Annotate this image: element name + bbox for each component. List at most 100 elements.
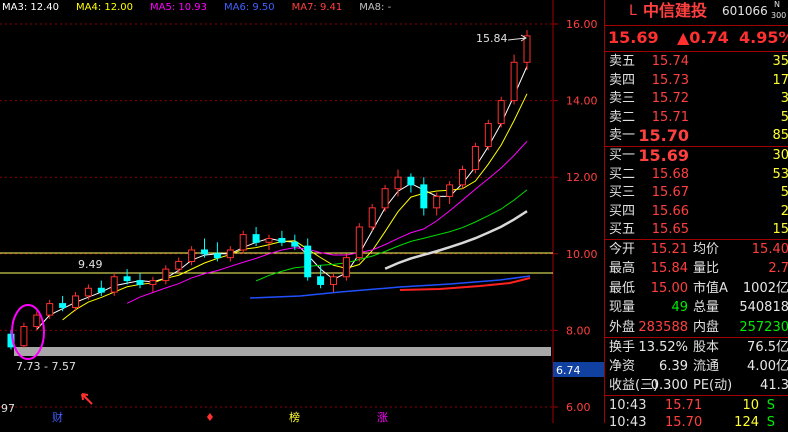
order-label: 卖四: [609, 72, 636, 88]
ma-legend-item: MA7: 9.41: [292, 2, 343, 13]
order-price: 15.73: [651, 72, 689, 88]
stat-value: 4.00亿: [747, 359, 788, 375]
mark-finance[interactable]: 财: [52, 410, 63, 423]
sell-order-row[interactable]: 卖四 15.73 17: [605, 71, 788, 90]
order-volume: 5: [780, 109, 788, 125]
sell-order-row[interactable]: 卖一 15.70 85: [605, 126, 788, 145]
order-label: 买五: [609, 222, 636, 238]
stat-label: 今开: [609, 242, 636, 257]
kline-chart[interactable]: 16.0014.0012.0010.008.006.00 15.84 9.49 …: [0, 0, 604, 423]
price-axis-label: 16.00: [566, 18, 598, 31]
candle-body: [175, 260, 183, 270]
order-volume: 5: [780, 185, 788, 201]
order-price: 15.74: [651, 54, 689, 69]
candle-body: [510, 61, 518, 102]
candle-body: [317, 276, 325, 285]
stat-value: 283588: [638, 319, 688, 335]
stat-value: 76.5亿: [747, 340, 788, 355]
order-volume: 2: [780, 203, 788, 219]
candle-body: [278, 237, 286, 243]
candle-body: [394, 176, 402, 190]
order-label: 买一: [609, 148, 636, 163]
buy-order-row[interactable]: 买二 15.68 53: [605, 165, 788, 184]
candle-body: [33, 314, 41, 328]
stat-value: 15.21: [650, 242, 688, 257]
level-marker: 9.49: [78, 258, 103, 271]
price-axis-label: 8.00: [566, 324, 591, 337]
buy-order-row[interactable]: 买五 15.65 15: [605, 220, 788, 239]
candle-body: [484, 123, 492, 148]
sell-order-row[interactable]: 卖五 15.74 35: [605, 52, 788, 71]
stock-prefix: L: [629, 3, 637, 19]
stat-value: 0.300: [650, 378, 688, 394]
stat-label: 现量: [609, 300, 636, 316]
stat-value: 41.3: [760, 378, 788, 394]
stock-tag-bottom: 300: [771, 11, 787, 20]
stat-row: 净资 6.39 流通 4.00亿: [605, 357, 788, 376]
ma-legend-item: MA5: 10.93: [150, 2, 207, 13]
sell-order-row[interactable]: 卖二 15.71 5: [605, 108, 788, 127]
stat-row: 现量 49 总量 540818: [605, 298, 788, 317]
candle-body: [381, 188, 389, 209]
order-price: 15.69: [638, 146, 689, 165]
order-price: 15.66: [651, 203, 689, 219]
price-axis-label: 10.00: [566, 248, 598, 261]
quote-summary: 15.69 ▲0.74 4.95%: [605, 27, 788, 49]
price-axis-label: 12.00: [566, 171, 598, 184]
candle-body: [84, 287, 92, 297]
candle-body: [252, 234, 260, 243]
candle-body: [59, 303, 67, 308]
quote-panel: L 中信建投 601066 N 300 15.69 ▲0.74 4.95% 卖五…: [604, 0, 788, 430]
candle-body: [420, 184, 428, 209]
pct-change: 4.95%: [739, 28, 788, 47]
ma-legend-item: MA3: 12.40: [2, 2, 59, 13]
candle-body: [368, 207, 376, 228]
stat-value: 13.52%: [638, 340, 688, 355]
buy-order-row[interactable]: 买三 15.67 5: [605, 183, 788, 202]
order-price: 15.70: [638, 126, 689, 146]
stock-code: 601066: [722, 4, 768, 18]
candle-body: [162, 268, 170, 282]
candle-body: [188, 249, 196, 262]
candle-body: [523, 35, 531, 63]
stock-header: L 中信建投 601066 N 300: [605, 0, 788, 22]
stat-label: 换手: [609, 340, 636, 355]
candle-body: [239, 234, 247, 251]
order-label: 买四: [609, 203, 636, 219]
candle-body: [330, 276, 337, 285]
stat-row: 外盘 283588 内盘 257230: [605, 318, 788, 337]
ma-legend-item: MA4: 12.00: [76, 2, 133, 13]
order-volume: 35: [772, 54, 788, 69]
candle-body: [226, 249, 234, 259]
stat-value: 6.39: [659, 359, 688, 375]
axis-tag-value: 6.74: [556, 364, 581, 377]
stat-label: 均价: [693, 242, 720, 257]
price-change: ▲0.74: [677, 28, 729, 47]
mark-limit-up[interactable]: 涨: [377, 411, 388, 423]
candle-body: [20, 326, 28, 347]
stat-value: 15.40: [751, 242, 788, 257]
candle-body: [201, 249, 208, 255]
buy-order-row[interactable]: 买四 15.66 2: [605, 202, 788, 221]
sell-order-row[interactable]: 卖三 15.72 3: [605, 89, 788, 108]
mark-rank[interactable]: 榜: [289, 410, 300, 423]
stat-row: 最低 15.00 市值A 1002亿: [605, 279, 788, 298]
last-price: 15.69: [608, 28, 659, 47]
candle-body: [446, 184, 454, 197]
stat-label: 内盘: [693, 319, 720, 335]
stat-row: 今开 15.21 均价 15.40: [605, 240, 788, 259]
order-label: 卖一: [609, 128, 636, 144]
order-label: 买三: [609, 185, 636, 201]
mark-notice[interactable]: ♦: [205, 411, 215, 423]
order-price: 15.65: [651, 222, 689, 238]
stat-row: 换手 13.52% 股本 76.5亿: [605, 338, 788, 357]
candle-body: [291, 241, 299, 247]
candle-body: [213, 253, 221, 259]
candle-body: [149, 280, 157, 285]
candle-body: [123, 276, 131, 282]
stat-value: 49: [671, 300, 688, 316]
stat-value: 2.7: [768, 261, 788, 277]
buy-order-row[interactable]: 买一 15.69 30: [605, 146, 788, 165]
stat-label: 最低: [609, 280, 636, 296]
candle-body: [342, 257, 350, 278]
